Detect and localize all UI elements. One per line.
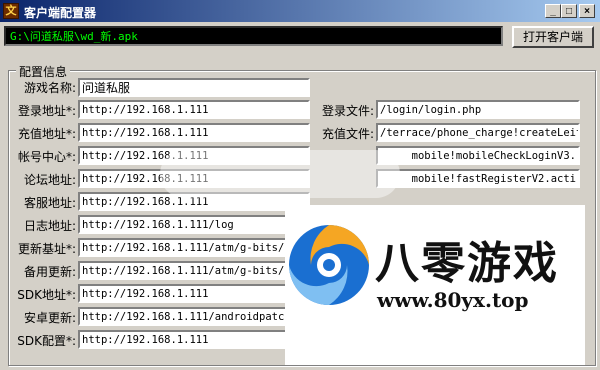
brand-url: www.80yx.top (377, 288, 529, 312)
game-name-input[interactable]: 问道私服 (78, 78, 310, 97)
label-sdk-config: SDK配置*: (17, 334, 76, 348)
account-file-input[interactable]: mobile!mobileCheckLoginV3. (376, 146, 580, 165)
sdk-url-input[interactable]: http://192.168.1.111 (78, 284, 310, 303)
update-base-input[interactable]: http://192.168.1.111/atm/g-bits/ (78, 238, 310, 257)
client-path-display: G:\问道私服\wd_新.apk (4, 26, 503, 46)
label-android-update: 安卓更新: (23, 311, 76, 325)
brand-watermark: 八零游戏 www.80yx.top (285, 205, 585, 365)
recharge-file-input[interactable]: /terrace/phone_charge!createLeiti (376, 123, 580, 142)
swirl-logo-icon (289, 225, 369, 305)
label-log-url: 日志地址: (23, 219, 76, 233)
login-url-input[interactable]: http://192.168.1.111 (78, 100, 310, 119)
label-account-center: 帐号中心*: (17, 150, 76, 164)
backup-update-input[interactable]: http://192.168.1.111/atm/g-bits/ (78, 261, 310, 280)
label-login-url: 登录地址*: (17, 104, 76, 118)
app-logo-icon: 文 (3, 3, 19, 19)
title-bar: 文 客户端配置器 _ □ × (0, 0, 600, 22)
label-recharge-url: 充值地址*: (17, 127, 76, 141)
open-client-button[interactable]: 打开客户端 (512, 26, 594, 48)
login-file-input[interactable]: /login/login.php (376, 100, 580, 119)
maximize-button[interactable]: □ (561, 4, 577, 18)
recharge-url-input[interactable]: http://192.168.1.111 (78, 123, 310, 142)
label-sdk-url: SDK地址*: (17, 288, 76, 302)
sdk-config-input[interactable]: http://192.168.1.111 (78, 330, 310, 349)
register-file-input[interactable]: mobile!fastRegisterV2.acti (376, 169, 580, 188)
close-button[interactable]: × (579, 4, 595, 18)
label-support-url: 客服地址: (23, 196, 76, 210)
label-backup-update: 备用更新: (23, 265, 76, 279)
config-group-title: 配置信息 (16, 63, 71, 80)
window-title: 客户端配置器 (24, 6, 97, 20)
faint-watermark (160, 150, 400, 198)
log-url-input[interactable]: http://192.168.1.111/log (78, 215, 310, 234)
label-update-base: 更新基址*: (17, 242, 76, 256)
brand-name: 八零游戏 (375, 238, 559, 289)
label-game-name: 游戏名称: (23, 81, 76, 95)
android-update-input[interactable]: http://192.168.1.111/androidpatch (78, 307, 310, 326)
label-forum-url: 论坛地址: (23, 173, 76, 187)
label-login-file: 登录文件: (321, 104, 374, 118)
label-recharge-file: 充值文件: (321, 127, 374, 141)
minimize-button[interactable]: _ (545, 4, 561, 18)
